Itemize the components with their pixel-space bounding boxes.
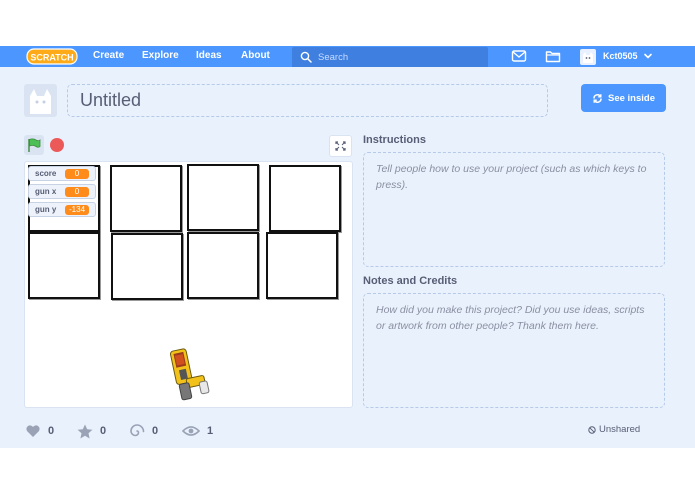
see-inside-button[interactable]: See inside: [581, 84, 666, 112]
game-card[interactable]: [269, 165, 341, 232]
game-card[interactable]: [266, 232, 338, 299]
user-avatar[interactable]: [580, 49, 596, 65]
green-flag-button[interactable]: [24, 135, 44, 155]
favorite-count: 0: [100, 425, 107, 437]
search-input[interactable]: Search: [292, 47, 488, 68]
search-icon: [300, 51, 312, 63]
project-stage[interactable]: score 0 gun x 0 gun y -134: [24, 161, 353, 408]
star-icon: [77, 424, 93, 438]
project-author-avatar[interactable]: [24, 84, 57, 117]
monitor-label: gun y: [35, 205, 57, 214]
my-stuff-folder-icon[interactable]: [545, 49, 561, 63]
remix-count: 0: [152, 425, 159, 437]
game-card[interactable]: [187, 164, 259, 231]
notes-heading: Notes and Credits: [363, 275, 458, 287]
nav-create-link[interactable]: Create: [93, 50, 124, 61]
instructions-textarea[interactable]: Tell people how to use your project (suc…: [363, 152, 665, 267]
fullscreen-button[interactable]: [329, 135, 352, 157]
notes-textarea[interactable]: How did you make this project? Did you u…: [363, 293, 665, 408]
monitor-label: score: [35, 169, 57, 178]
favorite-stat[interactable]: 0: [77, 424, 106, 438]
stop-button[interactable]: [50, 138, 64, 152]
share-status: Unshared: [588, 424, 640, 435]
game-card[interactable]: [28, 232, 100, 299]
heart-icon: [26, 425, 40, 437]
chevron-down-icon[interactable]: [643, 51, 653, 61]
monitor-value: 0: [65, 168, 89, 179]
top-blank-area: [0, 0, 695, 46]
green-flag-icon: [28, 138, 41, 152]
game-card[interactable]: [187, 232, 259, 299]
view-count: 1: [207, 425, 214, 437]
search-placeholder: Search: [318, 52, 349, 63]
see-inside-label: See inside: [608, 92, 655, 104]
gun-sprite[interactable]: [165, 344, 215, 404]
love-stat[interactable]: 0: [25, 424, 54, 438]
variable-monitor-gun-y: gun y -134: [28, 202, 96, 217]
nav-explore-link[interactable]: Explore: [142, 50, 179, 61]
scratch-project-page: SCRATCH Create Explore Ideas About Searc…: [0, 0, 695, 494]
love-count: 0: [48, 425, 55, 437]
svg-text:SCRATCH: SCRATCH: [30, 53, 73, 63]
nav-about-link[interactable]: About: [241, 50, 270, 61]
remix-arrows-icon: [593, 93, 602, 103]
monitor-value: 0: [65, 186, 89, 197]
scratch-logo[interactable]: SCRATCH: [26, 46, 78, 67]
eye-icon: [182, 426, 200, 436]
game-card[interactable]: [111, 233, 183, 300]
nav-ideas-link[interactable]: Ideas: [196, 50, 222, 61]
monitor-label: gun x: [35, 187, 57, 196]
fullscreen-icon: [335, 141, 346, 151]
username-label[interactable]: Kct0505: [603, 51, 638, 61]
bottom-blank-area: [0, 448, 695, 494]
game-card[interactable]: [110, 165, 182, 232]
instructions-heading: Instructions: [363, 134, 426, 146]
unshared-icon: [588, 425, 596, 434]
navbar: SCRATCH Create Explore Ideas About Searc…: [0, 46, 695, 68]
project-title-input[interactable]: [67, 84, 548, 117]
variable-monitor-gun-x: gun x 0: [28, 184, 96, 199]
project-main-area: See inside: [0, 67, 695, 448]
share-status-label: Unshared: [599, 424, 641, 435]
remix-stat: 0: [129, 424, 158, 438]
view-stat: 1: [182, 424, 213, 438]
monitor-value: -134: [65, 204, 90, 215]
remix-spiral-icon: [130, 424, 145, 437]
messages-icon[interactable]: [511, 49, 527, 63]
variable-monitor-score: score 0: [28, 166, 96, 181]
